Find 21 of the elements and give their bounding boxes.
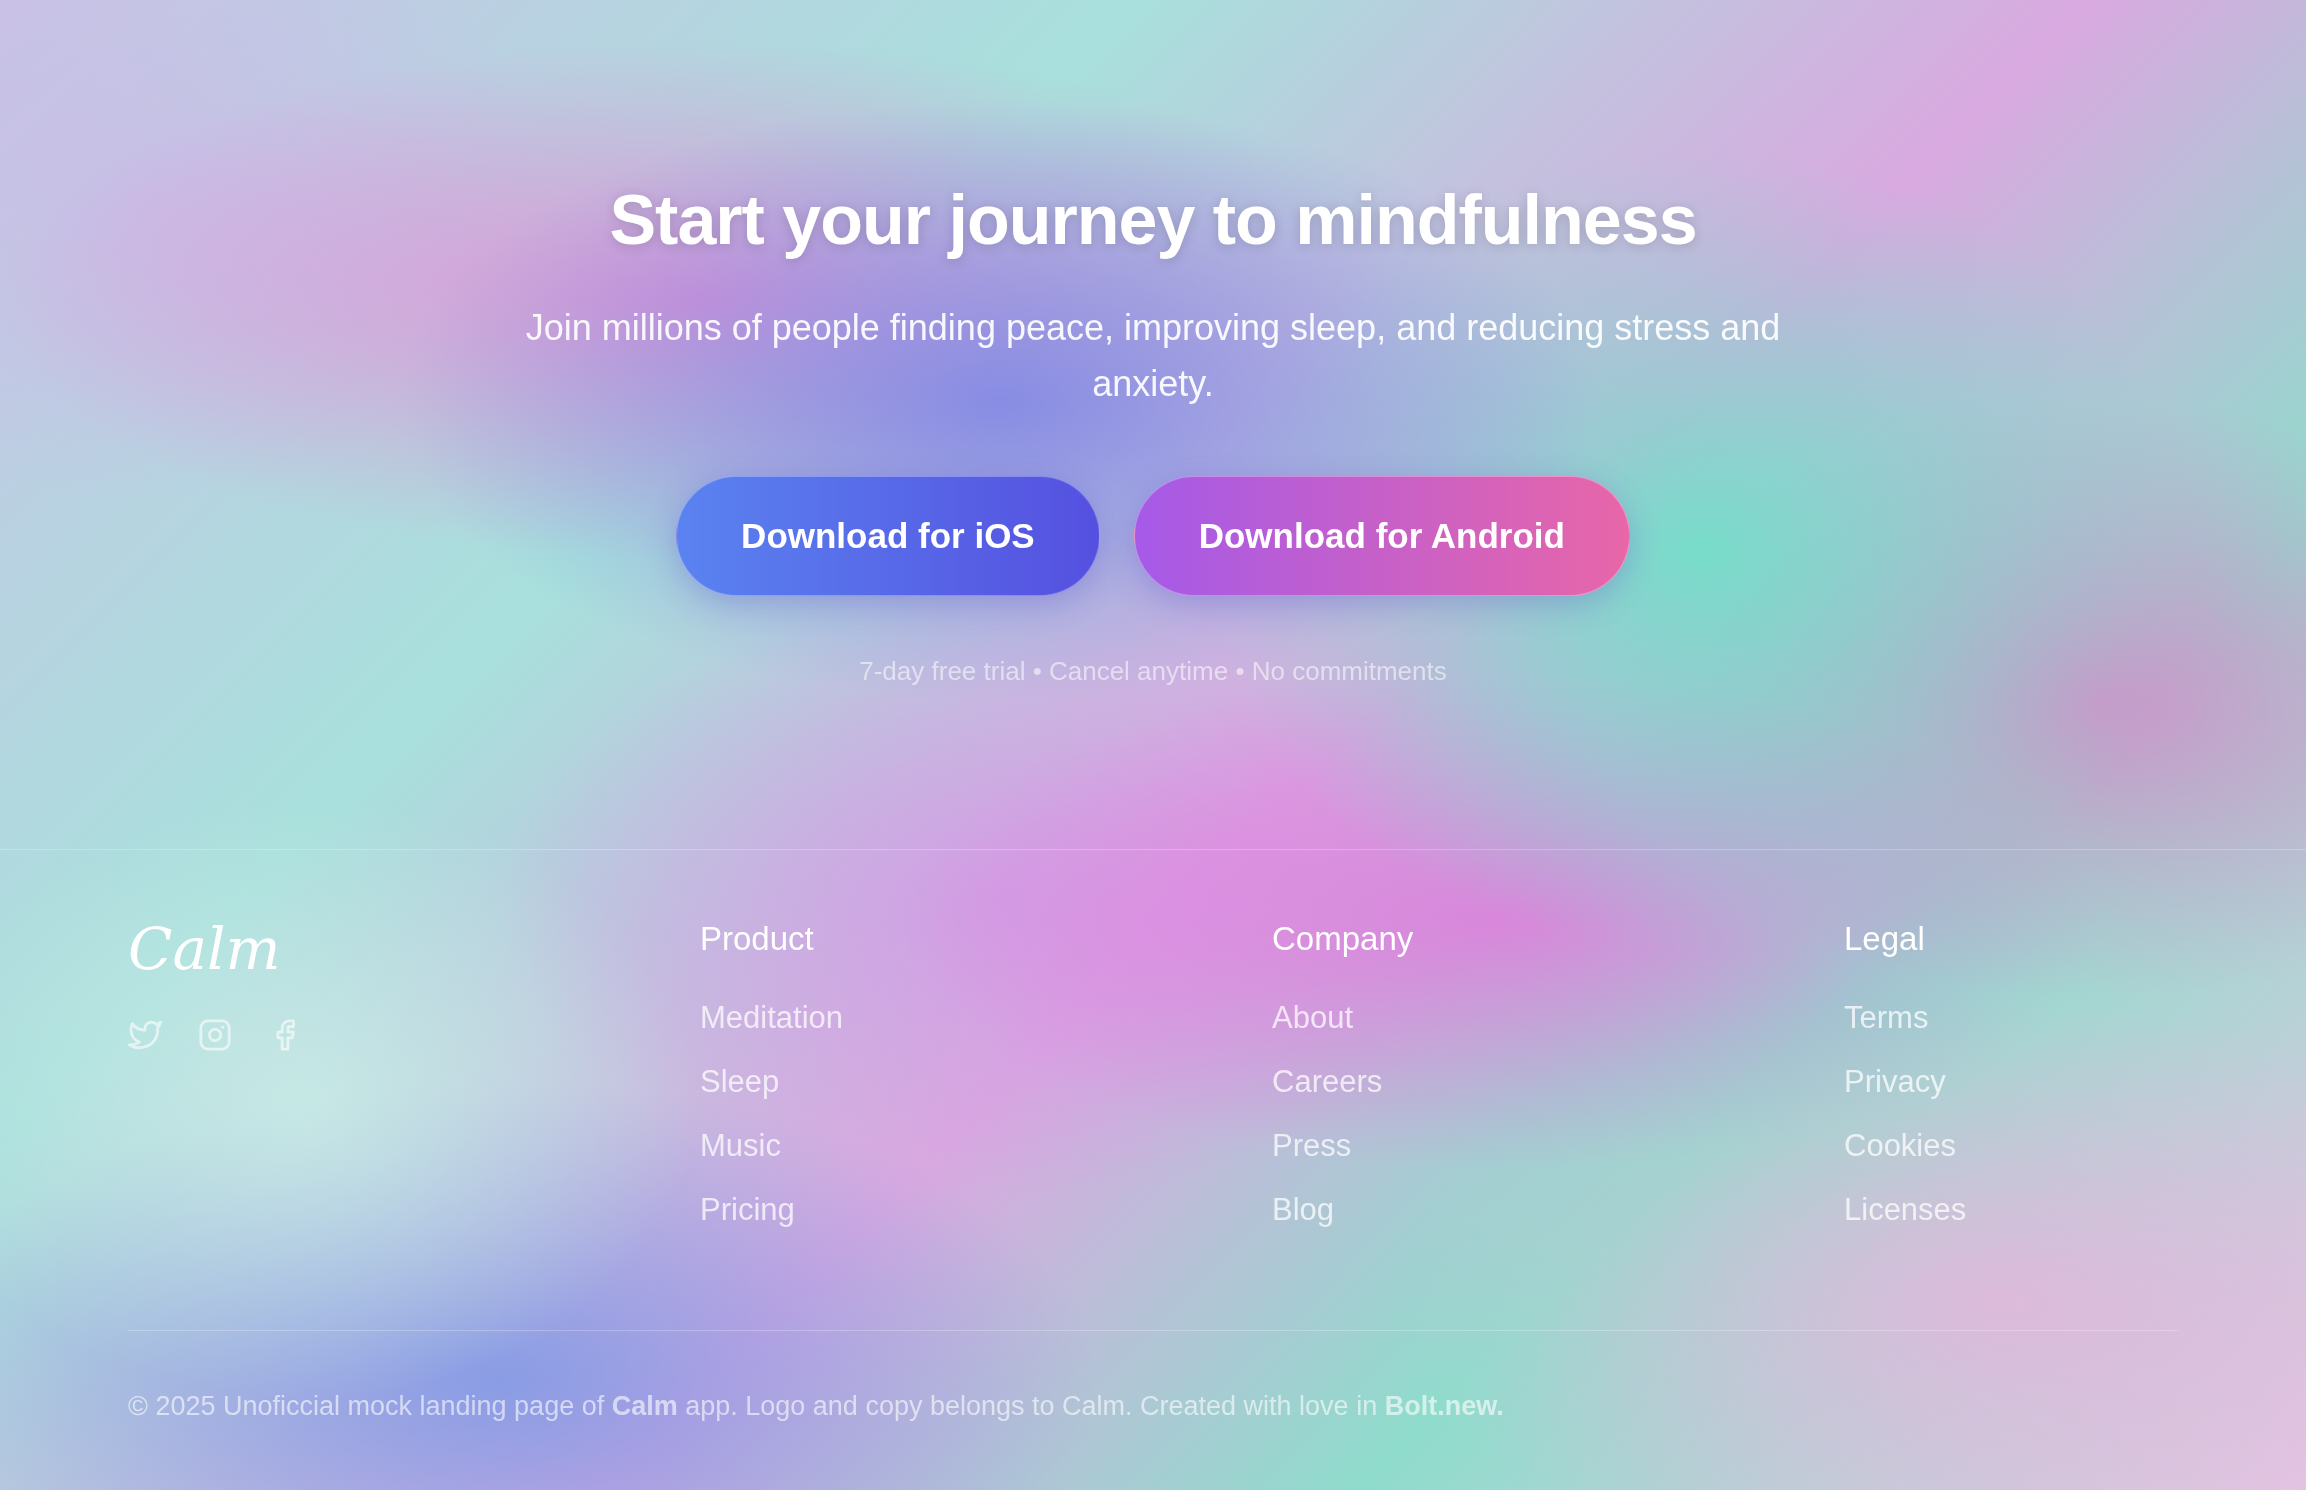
footer-link[interactable]: About [1272, 986, 1844, 1050]
column-heading: Legal [1844, 920, 1926, 958]
footer-link[interactable]: Sleep [700, 1050, 1272, 1114]
bird-icon [128, 1018, 162, 1052]
footer-link[interactable]: Music [700, 1114, 1272, 1178]
footer-link[interactable]: Terms [1844, 986, 2178, 1050]
hero-subtitle: Join millions of people finding peace, improving sleep, and reducing stress and anxiety. [524, 306, 1782, 406]
footer-link[interactable]: Careers [1272, 1050, 1844, 1114]
footer-link[interactable]: Cookies [1844, 1114, 2178, 1178]
column-heading: Company [1272, 920, 1415, 958]
hero-title: Start your journey to mindfulness [609, 180, 1697, 260]
footer-link[interactable]: Meditation [700, 986, 1272, 1050]
column-heading: Product [700, 920, 815, 958]
footer-link[interactable]: Blog [1272, 1178, 1844, 1242]
logo: Calm [128, 920, 282, 978]
download-button[interactable]: Download for iOS [676, 476, 1100, 596]
camera-icon [198, 1018, 232, 1052]
download-button[interactable]: Download for Android [1133, 476, 1630, 596]
footer-link[interactable]: Press [1272, 1114, 1844, 1178]
footer-link[interactable]: Privacy [1844, 1050, 2178, 1114]
footer-link[interactable]: Pricing [700, 1178, 1272, 1242]
